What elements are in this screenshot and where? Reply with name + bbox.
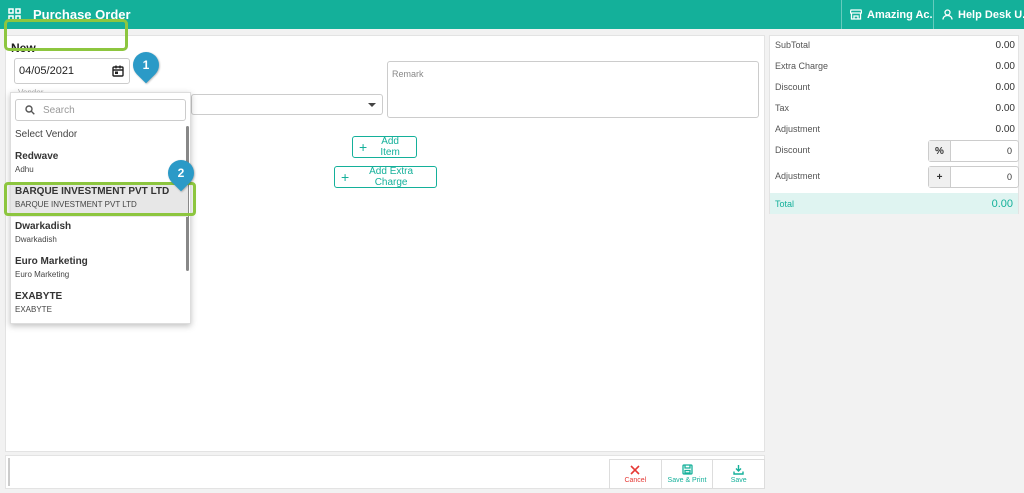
footer-divider <box>8 458 10 486</box>
vendor-option-name: EXABYTE <box>15 291 63 302</box>
vendor-option-sub: Adhu <box>15 165 34 174</box>
save-button[interactable]: Save <box>713 460 764 488</box>
close-icon <box>630 464 640 475</box>
adjustment-value[interactable]: 0 <box>951 167 1018 187</box>
adjustment-input-row: Adjustment + 0 <box>775 166 1019 190</box>
vendor-option-name: Dwarkadish <box>15 221 72 232</box>
vendor-select[interactable] <box>191 94 383 115</box>
vendor-option-sub: EXABYTE <box>15 305 52 314</box>
save-print-button[interactable]: Save & Print <box>662 460 714 488</box>
order-date-field[interactable]: 04/05/2021 <box>14 58 130 84</box>
plus-minus-toggle[interactable]: + <box>929 167 951 187</box>
add-item-button[interactable]: + Add Item <box>352 136 417 158</box>
adjustment-input[interactable]: + 0 <box>928 166 1019 188</box>
discount-value[interactable]: 0 <box>951 141 1018 161</box>
plus-icon: + <box>341 169 350 185</box>
vendor-option-euro-marketing[interactable]: Euro Marketing Euro Marketing <box>11 252 188 287</box>
search-icon <box>25 105 35 115</box>
summary-value: 0.00 <box>995 82 1015 93</box>
add-item-label: Add Item <box>380 136 400 158</box>
save-print-label: Save & Print <box>667 477 707 484</box>
summary-row-extra-charge: Extra Charge 0.00 <box>775 61 1015 72</box>
save-label: Save <box>730 477 747 484</box>
download-icon <box>733 465 744 475</box>
add-extra-charge-label: Add Extra Charge <box>369 166 414 188</box>
company-switcher[interactable]: Amazing Ac... <box>841 0 933 29</box>
store-icon <box>850 9 862 20</box>
order-date-value: 04/05/2021 <box>19 65 75 77</box>
add-extra-charge-button[interactable]: + Add Extra Charge <box>334 166 437 188</box>
search-placeholder: Search <box>43 104 75 116</box>
adjustment-input-label: Adjustment <box>775 171 821 181</box>
summary-value: 0.00 <box>995 61 1015 72</box>
footer-actions: Cancel Save & Print Save <box>609 459 765 489</box>
summary-label: Tax <box>775 103 790 113</box>
summary-row-adjustment: Adjustment 0.00 <box>775 124 1015 135</box>
vendor-highlight <box>4 182 196 216</box>
user-icon <box>942 9 953 20</box>
top-bar: Purchase Order Amazing Ac... Help Desk U… <box>0 0 1024 29</box>
summary-row-discount: Discount 0.00 <box>775 82 1015 93</box>
vendor-option-name: Redwave <box>15 151 59 162</box>
summary-value: 0.00 <box>995 103 1015 114</box>
summary-value: 0.00 <box>995 124 1015 135</box>
remark-label: Remark <box>392 69 424 79</box>
calendar-icon[interactable] <box>112 65 124 77</box>
cancel-label: Cancel <box>624 476 647 484</box>
caret-down-icon <box>368 103 376 107</box>
cancel-button[interactable]: Cancel <box>610 460 662 488</box>
vendor-option-name: Euro Marketing <box>15 256 88 267</box>
vendor-option-exabyte[interactable]: EXABYTE EXABYTE <box>11 287 188 322</box>
vendor-option-sub: Euro Marketing <box>15 270 70 279</box>
total-value: 0.00 <box>991 197 1013 210</box>
select-vendor-option[interactable]: Select Vendor <box>15 129 77 140</box>
summary-total-row: Total 0.00 <box>770 193 1018 214</box>
summary-label: Discount <box>775 82 811 92</box>
footer-bar: Cancel Save & Print Save <box>5 455 765 489</box>
date-highlight <box>4 19 128 51</box>
company-name: Amazing Ac... <box>867 8 933 21</box>
discount-input[interactable]: % 0 <box>928 140 1019 162</box>
vendor-list: Redwave Adhu BARQUE INVESTMENT PVT LTD B… <box>11 147 188 322</box>
summary-value: 0.00 <box>995 40 1015 51</box>
step-marker-2-number: 2 <box>177 166 185 180</box>
vendor-option-dwarkadish[interactable]: Dwarkadish Dwarkadish <box>11 217 188 252</box>
discount-input-label: Discount <box>775 145 811 155</box>
summary-label: Adjustment <box>775 124 821 134</box>
save-icon <box>681 464 693 475</box>
summary-panel: SubTotal 0.00 Extra Charge 0.00 Discount… <box>769 35 1019 214</box>
percent-toggle[interactable]: % <box>929 141 951 161</box>
help-desk-label: Help Desk U... <box>958 8 1024 21</box>
help-desk-user[interactable]: Help Desk U... <box>933 0 1024 29</box>
plus-icon: + <box>359 139 368 155</box>
summary-label: Extra Charge <box>775 61 829 71</box>
summary-row-tax: Tax 0.00 <box>775 103 1015 114</box>
summary-row-subtotal: SubTotal 0.00 <box>775 40 1015 51</box>
step-marker-1-number: 1 <box>142 58 150 72</box>
remark-textarea[interactable]: Remark <box>387 61 759 118</box>
vendor-option-redwave[interactable]: Redwave Adhu <box>11 147 188 182</box>
vendor-option-sub: Dwarkadish <box>15 235 57 244</box>
summary-label: SubTotal <box>775 40 811 50</box>
total-label: Total <box>775 198 795 209</box>
discount-input-row: Discount % 0 <box>775 140 1019 164</box>
vendor-search-input[interactable]: Search <box>15 99 186 121</box>
